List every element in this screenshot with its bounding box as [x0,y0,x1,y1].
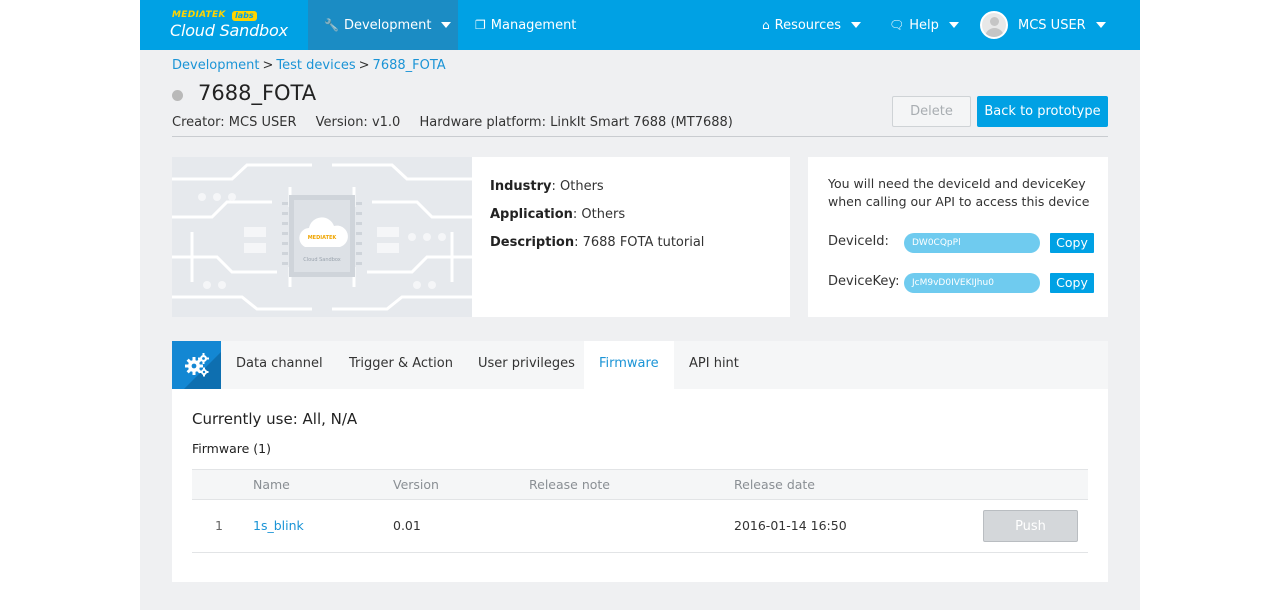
brand-product: Cloud Sandbox [170,21,288,40]
bank-icon: ⌂ [762,18,770,32]
settings-tab[interactable] [172,341,221,389]
breadcrumb-separator: > [358,58,370,73]
page-title: 7688_FOTA [198,81,317,105]
chevron-down-icon [441,22,452,28]
chevron-down-icon [851,22,862,28]
nav-management[interactable]: ❐ Management [475,0,576,50]
application-row: Application: Others [490,201,704,229]
breadcrumb-test-devices[interactable]: Test devices [276,58,355,73]
firmware-count: Firmware (1) [192,441,271,456]
avatar [980,11,1008,39]
device-tabs: Data channel Trigger & Action User privi… [172,341,1108,389]
firmware-version: 0.01 [393,518,421,533]
table-row: 1 1s_blink 0.01 2016-01-14 16:50 Push [192,500,1088,553]
nav-development[interactable]: 🔧 Development [308,0,458,50]
tab-data-channel[interactable]: Data channel [221,341,338,389]
wrench-icon: 🔧 [324,18,339,32]
copy-device-key-button[interactable]: Copy [1050,273,1094,293]
chevron-down-icon [948,22,959,28]
chat-icon: 🗨 [889,18,905,32]
status-dot [172,90,183,101]
device-id-value[interactable]: DW0CQpPl [904,233,1040,253]
device-version: Version: v1.0 [315,115,401,130]
top-nav: MEDIATEK labs Cloud Sandbox 🔧 Developmen… [140,0,1140,50]
row-index: 1 [215,518,223,533]
device-meta: Creator: MCS USER Version: v1.0 Hardware… [172,115,748,130]
tab-user-privileges[interactable]: User privileges [463,341,590,389]
industry-value: : Others [551,179,604,194]
delete-button[interactable]: Delete [892,96,971,127]
copy-device-id-button[interactable]: Copy [1050,233,1094,253]
brand-labs: labs [232,11,257,21]
device-creator: Creator: MCS USER [172,115,297,130]
table-header: Name Version Release note Release date [192,469,1088,500]
copy-icon: ❐ [475,18,486,32]
circuit-board-icon: MEDIATEK Cloud Sandbox [172,157,472,317]
column-name: Name [253,477,290,492]
brand-maker: MEDIATEK [172,10,226,20]
board-logo: MEDIATEK [308,235,338,241]
firmware-table: Name Version Release note Release date 1… [192,469,1088,553]
firmware-name-link[interactable]: 1s_blink [253,518,304,533]
current-firmware: Currently use: All, N/A [192,410,358,428]
chevron-down-icon [1095,22,1106,28]
nav-resources[interactable]: ⌂ Resources [762,0,862,50]
application-label: Application [490,207,573,222]
device-key-value[interactable]: JcM9vD0IVEKIJhu0 [904,273,1040,293]
description-row: Description: 7688 FOTA tutorial [490,229,704,257]
push-button[interactable]: Push [983,510,1078,542]
tab-firmware[interactable]: Firmware [584,341,674,389]
industry-row: Industry: Others [490,173,704,201]
board-caption: Cloud Sandbox [303,257,341,263]
back-to-prototype-button[interactable]: Back to prototype [977,96,1108,127]
breadcrumb: Development > Test devices >7688_FOTA [172,58,446,73]
description-value: : 7688 FOTA tutorial [574,235,705,250]
tab-trigger-action[interactable]: Trigger & Action [334,341,468,389]
device-info-card: MEDIATEK Cloud Sandbox Industry: Others … [172,157,790,317]
industry-label: Industry [490,179,552,194]
device-image: MEDIATEK Cloud Sandbox [172,157,472,317]
application-value: : Others [572,207,626,222]
gears-icon [185,353,209,377]
device-key-label: DeviceKey: [828,274,900,289]
nav-help-label: Help [909,17,939,33]
tab-api-hint[interactable]: API hint [674,341,754,389]
brand-logo[interactable]: MEDIATEK labs Cloud Sandbox [170,10,294,42]
firmware-release-date: 2016-01-14 16:50 [734,518,847,533]
nav-user-label: MCS USER [1018,17,1086,33]
nav-help[interactable]: 🗨 Help [889,0,959,50]
nav-user-menu[interactable]: MCS USER [980,0,1106,50]
device-keys-card: You will need the deviceId and deviceKey… [808,157,1108,317]
divider [172,136,1108,137]
nav-management-label: Management [490,17,577,33]
column-release-date: Release date [734,477,815,492]
breadcrumb-current[interactable]: 7688_FOTA [373,58,446,73]
firmware-panel: Currently use: All, N/A Firmware (1) Nam… [172,389,1108,582]
breadcrumb-separator: > [262,58,274,73]
description-label: Description [490,235,575,250]
api-hint-text: You will need the deviceId and deviceKey… [828,176,1090,209]
device-details: Industry: Others Application: Others Des… [490,173,704,257]
breadcrumb-development[interactable]: Development [172,58,260,73]
column-release-note: Release note [529,477,610,492]
column-version: Version [393,477,439,492]
device-platform: Hardware platform: LinkIt Smart 7688 (MT… [419,115,733,130]
device-id-label: DeviceId: [828,234,889,249]
nav-resources-label: Resources [774,17,842,33]
nav-development-label: Development [343,17,432,33]
page: MEDIATEK labs Cloud Sandbox 🔧 Developmen… [140,0,1140,610]
